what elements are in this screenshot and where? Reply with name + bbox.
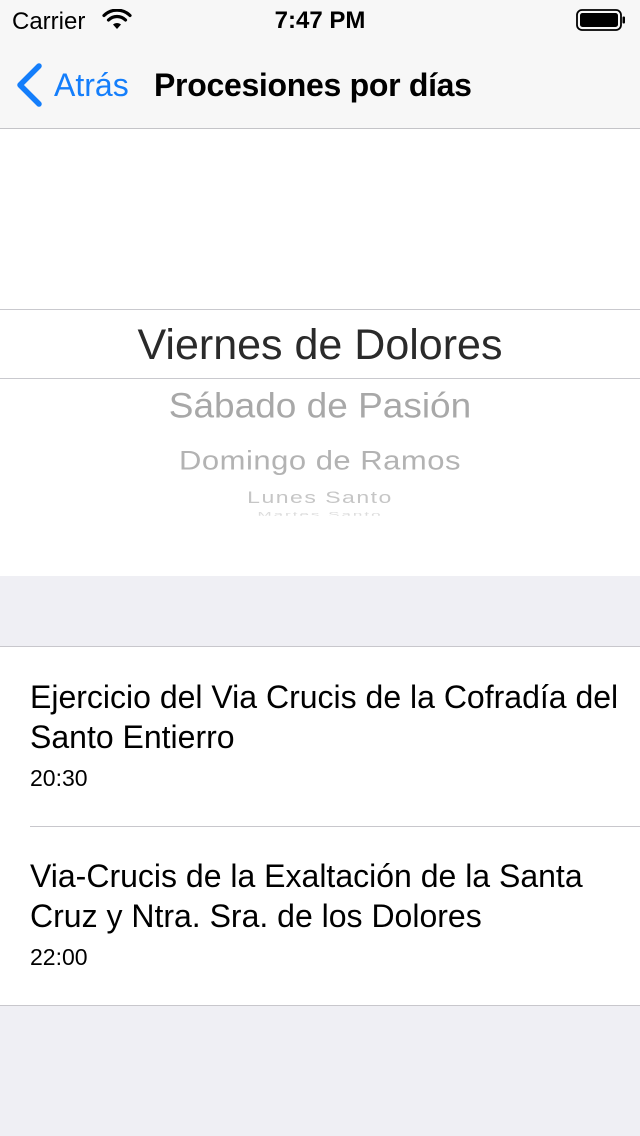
day-picker[interactable]: Viernes de Dolores Sábado de Pasión Domi…: [0, 129, 640, 576]
procession-time: 22:00: [30, 944, 88, 970]
list-item[interactable]: Via-Crucis de la Exaltación de la Santa …: [0, 826, 640, 1005]
picker-selection-bottom-line: [0, 378, 640, 379]
procession-title: Via-Crucis de la Exaltación de la Santa …: [30, 858, 583, 934]
picker-selection-top-line: [0, 309, 640, 310]
navigation-bar: Atrás Procesiones por días: [0, 40, 640, 129]
picker-option[interactable]: Lunes Santo: [0, 488, 640, 507]
picker-option[interactable]: Sábado de Pasión: [0, 386, 640, 425]
status-time: 7:47 PM: [274, 7, 366, 34]
back-button[interactable]: Atrás: [14, 62, 129, 108]
chevron-left-icon: [17, 63, 42, 107]
battery-icon: [576, 9, 625, 31]
picker-selected-option[interactable]: Viernes de Dolores: [0, 321, 640, 370]
picker-option[interactable]: Domingo de Ramos: [0, 446, 640, 477]
picker-option[interactable]: Martes Santo: [0, 510, 640, 515]
procession-list: Ejercicio del Via Crucis de la Cofradía …: [0, 646, 640, 1006]
status-bar: Carrier 7:47 PM: [0, 0, 640, 40]
procession-title: Ejercicio del Via Crucis de la Cofradía …: [30, 679, 619, 755]
page-title: Procesiones por días: [154, 67, 472, 103]
back-button-label: Atrás: [54, 66, 129, 103]
list-item[interactable]: Ejercicio del Via Crucis de la Cofradía …: [0, 647, 640, 826]
procession-time: 20:30: [30, 765, 88, 791]
